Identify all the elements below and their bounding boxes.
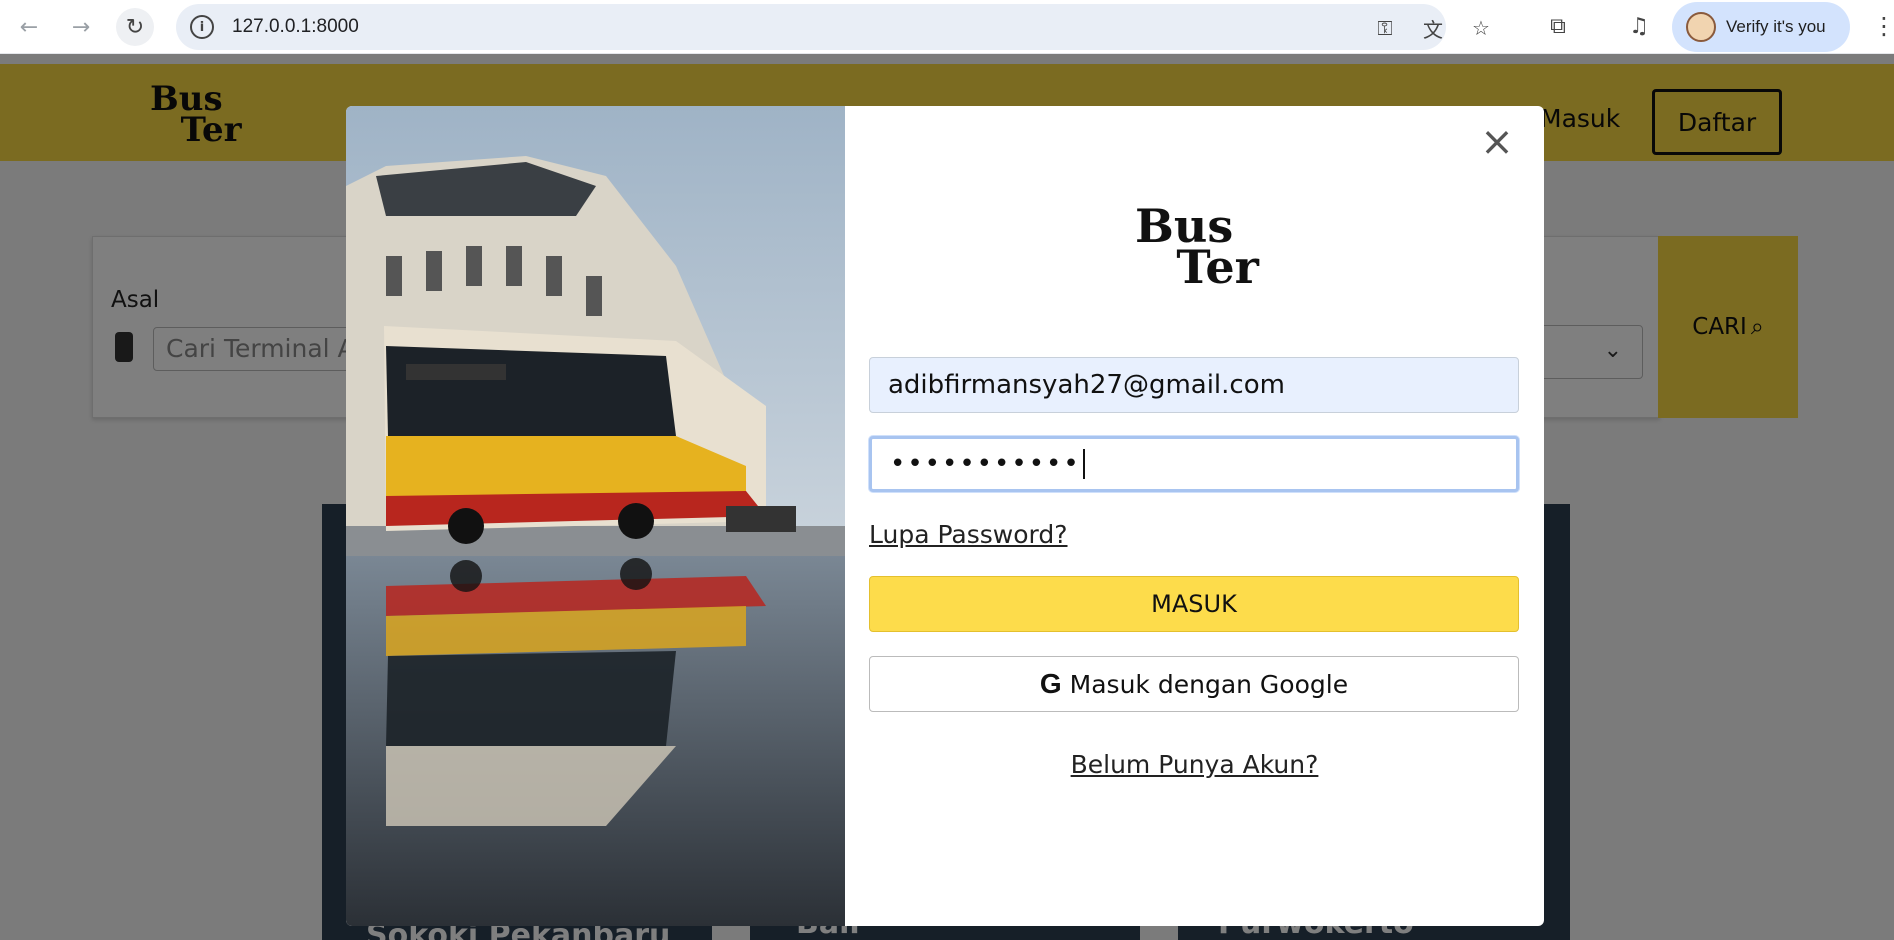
address-bar[interactable]: i 127.0.0.1:8000 ⚿ 文 ☆	[176, 4, 1490, 50]
email-field[interactable]: adibfirmansyah27@gmail.com	[869, 357, 1519, 413]
password-field[interactable]: •••••••••••	[869, 436, 1519, 492]
register-link[interactable]: Belum Punya Akun?	[845, 750, 1544, 779]
url-text: 127.0.0.1:8000	[232, 16, 359, 37]
star-icon[interactable]: ☆	[1468, 16, 1494, 40]
close-icon[interactable]: ×	[1479, 122, 1515, 162]
key-icon[interactable]: ⚿	[1372, 16, 1398, 40]
login-button[interactable]: MASUK	[869, 576, 1519, 632]
modal-logo: Bus Ter	[1135, 199, 1259, 295]
google-icon: G	[1039, 668, 1062, 699]
extensions-icon[interactable]: ⧉	[1544, 12, 1572, 40]
text-cursor	[1082, 449, 1085, 479]
google-login-button[interactable]: G Masuk dengan Google	[869, 656, 1519, 712]
forward-icon[interactable]: →	[62, 8, 100, 46]
login-form: × Bus Ter adibfirmansyah27@gmail.com •••…	[845, 106, 1544, 926]
browser-toolbar: ← → ↻ i 127.0.0.1:8000 ⚿ 文 ☆ ⧉ ♫ Verify …	[0, 0, 1894, 54]
profile-button[interactable]: Verify it's you	[1672, 2, 1850, 52]
menu-icon[interactable]: ⋮	[1872, 12, 1894, 40]
back-icon[interactable]: ←	[10, 8, 48, 46]
bus-photo	[346, 106, 845, 926]
media-icon[interactable]: ♫	[1625, 12, 1653, 40]
translate-icon[interactable]: 文	[1420, 16, 1446, 42]
avatar	[1686, 12, 1716, 42]
reload-icon[interactable]: ↻	[116, 8, 154, 46]
login-modal: × Bus Ter adibfirmansyah27@gmail.com •••…	[346, 106, 1544, 926]
forgot-password-link[interactable]: Lupa Password?	[869, 520, 1068, 549]
site-info-icon[interactable]: i	[190, 15, 214, 39]
